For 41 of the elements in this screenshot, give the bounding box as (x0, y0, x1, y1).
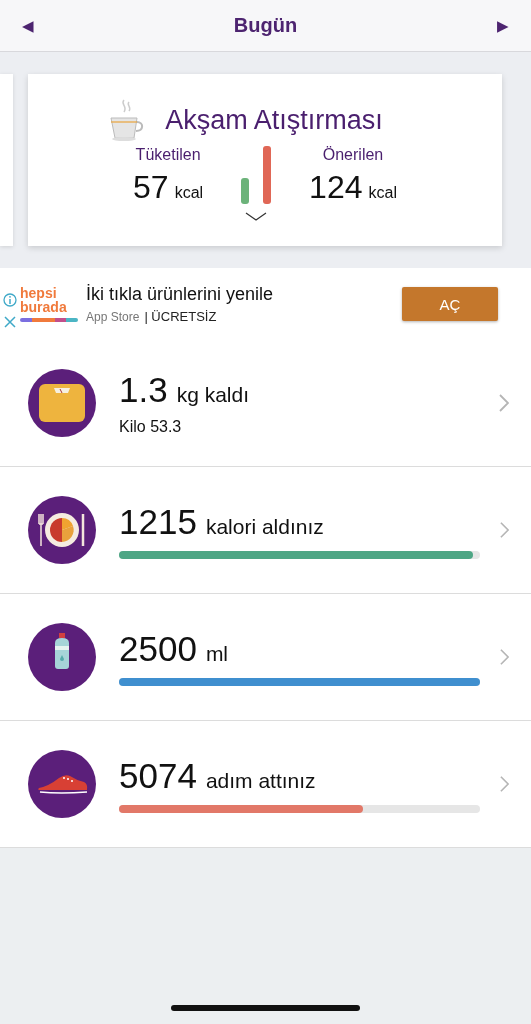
date-title: Bugün (233, 14, 298, 37)
metric-subtitle: Kilo 53.3 (119, 418, 183, 436)
store-label: App Store (86, 310, 140, 324)
meal-card[interactable]: Akşam Atıştırması Tüketilen 57 kcal Önerilen 124 kcal (28, 74, 502, 246)
chevron-right-icon (500, 775, 509, 793)
metric-value: 1215 (119, 501, 197, 542)
metric-value: 1.3 (119, 370, 168, 410)
price-label: | ÜCRETSİZ (144, 309, 217, 324)
unit-label: kcal (174, 184, 204, 202)
metric-value: 2500 (119, 628, 197, 669)
metric-label: adım attınız (205, 768, 316, 793)
info-icon (3, 293, 17, 307)
previous-day-button[interactable]: ◀ (22, 16, 34, 35)
summary-row[interactable]: 2500 ml (0, 594, 531, 721)
summary-row[interactable]: 1.3 kg kaldı Kilo 53.3 (0, 340, 531, 467)
bottle-icon (28, 623, 96, 691)
summary-row[interactable]: 1215 kalori aldınız (0, 467, 531, 594)
recommended-label: Önerilen (322, 146, 384, 164)
shoe-icon (28, 750, 96, 818)
brand-logo: hepsi burada (20, 286, 78, 322)
summary-row[interactable]: 5074 adım attınız (0, 721, 531, 848)
close-icon (3, 315, 17, 329)
recommended-value: 124 (309, 169, 363, 206)
ad-headline: İki tıkla ürünlerini yenile (86, 284, 275, 305)
metric-label: kalori aldınız (205, 514, 324, 539)
unit-label: kcal (368, 184, 397, 202)
metric-value: 5074 (119, 755, 197, 796)
consumed-value: 57 (133, 169, 169, 206)
scale-icon (28, 369, 96, 437)
plate-icon (28, 496, 96, 564)
consumed-label: Tüketilen (135, 146, 201, 164)
metric-label: kg kaldı (176, 383, 250, 407)
meal-title: Akşam Atıştırması (165, 104, 383, 136)
metric-label: ml (205, 641, 229, 666)
ad-banner[interactable]: hepsi burada İki tıkla ürünlerini yenile App Store | ÜCRETSİZ AÇ (0, 268, 531, 340)
chevron-right-icon (500, 648, 509, 666)
previous-meal-card[interactable] (0, 74, 13, 246)
chevron-right-icon (499, 394, 509, 412)
chevron-down-icon (245, 212, 268, 221)
chevron-right-icon (500, 521, 509, 539)
next-day-button[interactable]: ▶ (497, 16, 509, 35)
